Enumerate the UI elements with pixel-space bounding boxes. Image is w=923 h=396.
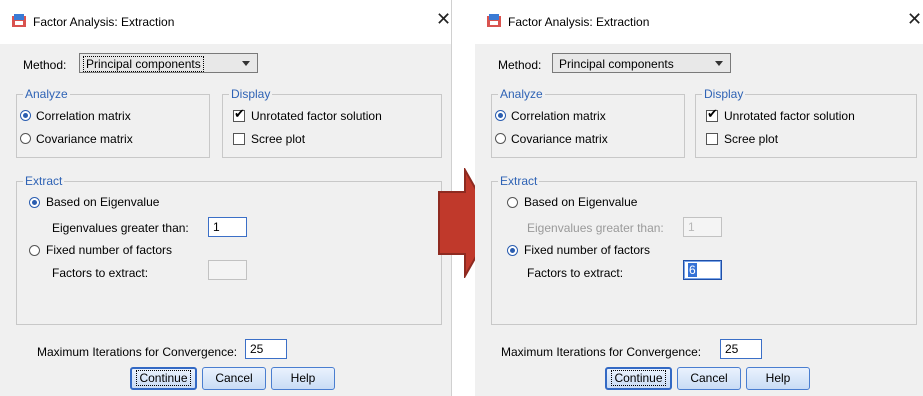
display-group: Display bbox=[695, 87, 917, 158]
analyze-group-title: Analyze bbox=[498, 87, 545, 101]
fixed-number-label: Fixed number of factors bbox=[524, 243, 651, 257]
display-group-title: Display bbox=[229, 87, 273, 101]
analyze-group: Analyze bbox=[491, 87, 685, 158]
help-button[interactable]: Help bbox=[746, 367, 810, 390]
max-iterations-input[interactable]: 25 bbox=[245, 339, 287, 359]
covariance-matrix-radio[interactable] bbox=[20, 133, 31, 144]
analyze-group: Analyze bbox=[16, 87, 210, 158]
fixed-number-label: Fixed number of factors bbox=[46, 243, 173, 257]
fixed-number-radio[interactable] bbox=[507, 245, 518, 256]
correlation-matrix-radio[interactable] bbox=[495, 110, 506, 121]
max-iterations-input[interactable]: 25 bbox=[720, 339, 762, 359]
dialog-title: Factor Analysis: Extraction bbox=[33, 15, 175, 29]
chevron-down-icon bbox=[715, 61, 723, 66]
based-on-eigenvalue-radio[interactable] bbox=[29, 197, 40, 208]
extract-group-title: Extract bbox=[498, 174, 540, 188]
extraction-dialog-after: Factor Analysis: Extraction ✕ Method: Pr… bbox=[475, 0, 923, 396]
checkmark-icon: ✔ bbox=[234, 107, 245, 122]
fixed-number-radio[interactable] bbox=[29, 245, 40, 256]
factors-input[interactable]: 6 bbox=[683, 260, 722, 280]
method-select[interactable]: Principal components bbox=[79, 53, 258, 73]
display-group-title: Display bbox=[702, 87, 746, 101]
factors-input[interactable] bbox=[208, 260, 247, 280]
spss-app-icon bbox=[487, 14, 501, 27]
factors-to-extract-label: Factors to extract: bbox=[527, 266, 624, 280]
extract-group-title: Extract bbox=[23, 174, 65, 188]
eigenvalue-input[interactable]: 1 bbox=[208, 217, 247, 237]
chevron-down-icon bbox=[242, 61, 250, 66]
checkmark-icon: ✔ bbox=[707, 107, 718, 122]
scree-plot-label: Scree plot bbox=[724, 132, 779, 146]
help-button[interactable]: Help bbox=[271, 367, 335, 390]
based-on-eigenvalue-radio[interactable] bbox=[507, 197, 518, 208]
close-icon[interactable]: ✕ bbox=[436, 11, 451, 29]
method-label: Method: bbox=[23, 58, 67, 72]
correlation-matrix-radio[interactable] bbox=[20, 110, 31, 121]
continue-button[interactable]: Continue bbox=[605, 367, 672, 390]
cancel-button[interactable]: Cancel bbox=[677, 367, 741, 390]
method-select[interactable]: Principal components bbox=[552, 53, 731, 73]
title-bar: Factor Analysis: Extraction ✕ bbox=[475, 0, 923, 44]
scree-plot-checkbox[interactable] bbox=[706, 133, 718, 145]
spss-app-icon bbox=[12, 14, 26, 27]
method-label: Method: bbox=[498, 58, 542, 72]
correlation-matrix-label: Correlation matrix bbox=[36, 109, 131, 123]
scree-plot-checkbox[interactable] bbox=[233, 133, 245, 145]
close-icon[interactable]: ✕ bbox=[907, 11, 922, 29]
extraction-dialog-before: Factor Analysis: Extraction ✕ Method: Pr… bbox=[0, 0, 452, 396]
based-on-eigenvalue-label: Based on Eigenvalue bbox=[524, 195, 638, 209]
eigenvalues-greater-label: Eigenvalues greater than: bbox=[52, 221, 189, 235]
correlation-matrix-label: Correlation matrix bbox=[511, 109, 606, 123]
analyze-group-title: Analyze bbox=[23, 87, 70, 101]
max-iterations-label: Maximum Iterations for Convergence: bbox=[37, 345, 238, 359]
covariance-matrix-label: Covariance matrix bbox=[36, 132, 133, 146]
max-iterations-label: Maximum Iterations for Convergence: bbox=[501, 345, 702, 359]
continue-button[interactable]: Continue bbox=[130, 367, 197, 390]
eigenvalues-greater-label: Eigenvalues greater than: bbox=[527, 221, 664, 235]
covariance-matrix-label: Covariance matrix bbox=[511, 132, 608, 146]
display-group: Display bbox=[222, 87, 442, 158]
eigenvalue-input[interactable]: 1 bbox=[683, 217, 722, 237]
dialog-title: Factor Analysis: Extraction bbox=[508, 15, 650, 29]
unrotated-label: Unrotated factor solution bbox=[251, 109, 382, 123]
unrotated-label: Unrotated factor solution bbox=[724, 109, 855, 123]
factors-to-extract-label: Factors to extract: bbox=[52, 266, 149, 280]
unrotated-checkbox[interactable]: ✔ bbox=[233, 107, 245, 122]
title-bar: Factor Analysis: Extraction ✕ bbox=[0, 0, 451, 44]
cancel-button[interactable]: Cancel bbox=[202, 367, 266, 390]
scree-plot-label: Scree plot bbox=[251, 132, 306, 146]
covariance-matrix-radio[interactable] bbox=[495, 133, 506, 144]
unrotated-checkbox[interactable]: ✔ bbox=[706, 107, 718, 122]
based-on-eigenvalue-label: Based on Eigenvalue bbox=[46, 195, 160, 209]
